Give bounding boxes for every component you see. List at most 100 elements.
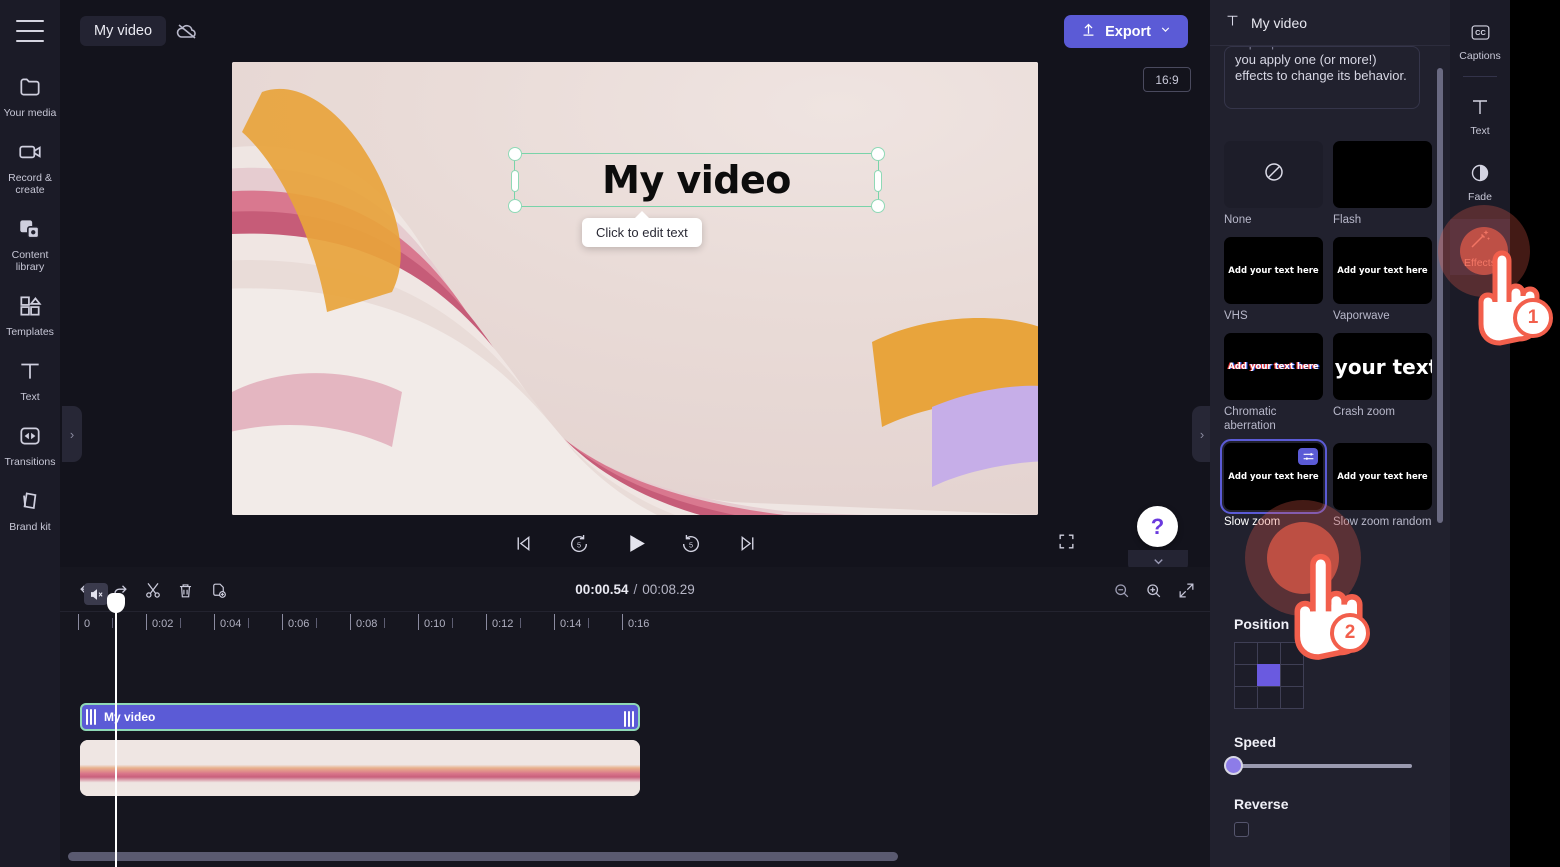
- effect-label: VHS: [1224, 310, 1248, 322]
- sliders-icon[interactable]: [1298, 448, 1318, 465]
- sidebar-item-text[interactable]: Text: [0, 356, 60, 403]
- effect-thumbnail[interactable]: Add your text here: [1333, 237, 1432, 304]
- divider: [1463, 76, 1497, 77]
- effect-item-flash[interactable]: Flash: [1333, 141, 1432, 227]
- position-cell[interactable]: [1233, 663, 1258, 687]
- project-name-button[interactable]: My video: [80, 16, 167, 46]
- rail-item-captions[interactable]: CC Captions: [1450, 12, 1510, 68]
- timeline-text-clip[interactable]: My video: [80, 703, 640, 731]
- ruler-tick-label: 0:06: [288, 618, 310, 630]
- play-icon[interactable]: [618, 527, 652, 561]
- speaker-muted-icon[interactable]: [84, 583, 108, 605]
- skip-forward-icon[interactable]: [730, 527, 764, 561]
- position-cell[interactable]: [1233, 641, 1258, 665]
- speed-label: Speed: [1234, 734, 1277, 750]
- fullscreen-icon[interactable]: [1053, 528, 1079, 554]
- fit-to-screen-icon[interactable]: [1173, 577, 1199, 603]
- effect-thumbnail[interactable]: Add your text here: [1333, 443, 1432, 510]
- sidebar-item-content-library[interactable]: Content library: [0, 214, 60, 273]
- timeline-ruler[interactable]: 0 0:02 0:04 0:06 0:08 0:10 0:12 0:14 0:16: [60, 612, 1210, 640]
- sidebar-item-label: Your media: [3, 107, 57, 119]
- ruler-minor-tick: [112, 618, 113, 628]
- resize-handle-top-left[interactable]: [508, 147, 522, 161]
- playhead[interactable]: [107, 593, 125, 867]
- clip-trim-handle-right[interactable]: [622, 708, 636, 730]
- expand-left-panel-button[interactable]: ›: [62, 406, 82, 462]
- effect-thumbnail[interactable]: Add your text here: [1224, 237, 1323, 304]
- rail-item-text[interactable]: Text: [1450, 87, 1510, 143]
- rail-item-effects[interactable]: Effects: [1450, 219, 1510, 275]
- expand-right-panel-button[interactable]: ›: [1192, 406, 1212, 462]
- skip-back-icon[interactable]: [506, 527, 540, 561]
- position-cell[interactable]: [1256, 685, 1281, 709]
- zoom-out-icon[interactable]: [1108, 577, 1134, 603]
- position-cell[interactable]: [1233, 685, 1258, 709]
- zoom-in-icon[interactable]: [1140, 577, 1166, 603]
- sidebar-item-your-media[interactable]: Your media: [0, 72, 60, 119]
- folder-icon: [15, 72, 45, 102]
- effect-item-chromatic-aberration[interactable]: Add your text here Chromatic aberration: [1224, 333, 1323, 433]
- speed-slider-thumb[interactable]: [1224, 756, 1243, 775]
- ruler-tick: [554, 614, 555, 630]
- effect-label: Chromatic aberration: [1224, 406, 1277, 432]
- aspect-ratio-button[interactable]: 16:9: [1143, 67, 1191, 92]
- effect-thumbnail[interactable]: [1333, 141, 1432, 208]
- timeline-video-clip[interactable]: [80, 740, 640, 796]
- effect-thumbnail[interactable]: your text: [1333, 333, 1432, 400]
- effect-item-vhs[interactable]: Add your text here VHS: [1224, 237, 1323, 323]
- position-cell[interactable]: [1279, 685, 1304, 709]
- sidebar-item-label: Transitions: [4, 456, 56, 468]
- video-canvas[interactable]: My video Click to edit text: [232, 62, 1038, 515]
- effect-item-vaporwave[interactable]: Add your text here Vaporwave: [1333, 237, 1432, 323]
- sidebar-item-templates[interactable]: Templates: [0, 291, 60, 338]
- effect-item-slow-zoom[interactable]: Add your text here Slow zoom: [1220, 439, 1327, 529]
- clip-trim-handle-left[interactable]: [84, 706, 98, 728]
- ruler-tick: [350, 614, 351, 630]
- panel-title: My video: [1251, 14, 1308, 31]
- menu-icon[interactable]: [16, 20, 44, 42]
- reverse-checkbox[interactable]: [1234, 822, 1249, 837]
- forward-5-icon[interactable]: 5: [674, 527, 708, 561]
- rewind-5-icon[interactable]: 5: [562, 527, 596, 561]
- resize-handle-right[interactable]: [874, 170, 882, 192]
- effect-item-slow-zoom-random[interactable]: Add your text here Slow zoom random: [1333, 443, 1432, 529]
- effect-preview-text: Add your text here: [1228, 265, 1319, 276]
- position-cell[interactable]: [1279, 641, 1304, 665]
- resize-handle-top-right[interactable]: [871, 147, 885, 161]
- help-button[interactable]: ?: [1137, 506, 1178, 547]
- ruler-minor-tick: [452, 618, 453, 628]
- ruler-tick: [622, 614, 623, 630]
- effects-grid: None Flash Add your text here VHS Add yo…: [1220, 141, 1436, 539]
- effect-thumbnail[interactable]: [1224, 141, 1323, 208]
- resize-handle-bottom-left[interactable]: [508, 199, 522, 213]
- ruler-tick-label: 0:10: [424, 618, 446, 630]
- effect-item-crash-zoom[interactable]: your text Crash zoom: [1333, 333, 1432, 433]
- position-cell[interactable]: [1256, 641, 1281, 665]
- panel-vertical-scrollbar[interactable]: [1437, 68, 1443, 523]
- position-grid[interactable]: [1233, 641, 1312, 709]
- resize-handle-left[interactable]: [511, 170, 519, 192]
- effects-info-card: super powers when you apply one (or more…: [1224, 46, 1420, 109]
- rail-item-fade[interactable]: Fade: [1450, 153, 1510, 209]
- speed-slider[interactable]: [1224, 756, 1412, 775]
- clip-label: My video: [104, 710, 156, 724]
- effect-thumbnail[interactable]: Add your text here: [1220, 439, 1327, 514]
- sidebar-item-transitions[interactable]: Transitions: [0, 421, 60, 468]
- timeline-horizontal-scrollbar[interactable]: [68, 852, 898, 861]
- position-cell-selected[interactable]: [1256, 663, 1281, 687]
- sidebar-item-brand-kit[interactable]: Brand kit: [0, 486, 60, 533]
- top-toolbar: My video Export: [60, 0, 1210, 62]
- resize-handle-bottom-right[interactable]: [871, 199, 885, 213]
- ruler-tick-label: 0:12: [492, 618, 514, 630]
- sidebar-item-record-create[interactable]: Record & create: [0, 137, 60, 196]
- effect-thumbnail[interactable]: Add your text here: [1224, 333, 1323, 400]
- ruler-tick: [146, 614, 147, 630]
- cloud-off-icon[interactable]: [168, 16, 206, 46]
- text-overlay-selection[interactable]: My video: [508, 147, 885, 213]
- position-cell[interactable]: [1279, 663, 1304, 687]
- svg-text:5: 5: [689, 540, 693, 549]
- effect-item-none[interactable]: None: [1224, 141, 1323, 227]
- timeline: 00:00.54 / 00:08.29 0 0:02 0:04 0:06 0:08 0:1…: [60, 567, 1210, 867]
- rail-item-label: Captions: [1459, 50, 1501, 62]
- export-button[interactable]: Export: [1064, 15, 1188, 48]
